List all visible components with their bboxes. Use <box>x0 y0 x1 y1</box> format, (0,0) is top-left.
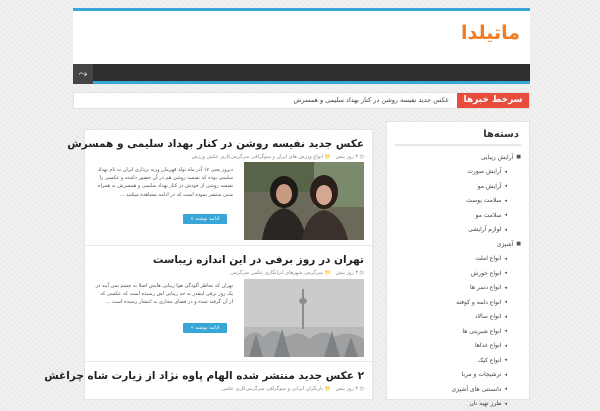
sidebar-category-label: انواع خورش <box>471 270 502 277</box>
sidebar-category-label: سلامت مو <box>476 212 502 219</box>
post-meta: ◷ ۳ روز پیش 📁 بازیگران ایرانی و سوگرافی … <box>222 386 364 392</box>
list-bullet-icon: ◂ <box>504 343 507 349</box>
list-bullet-icon: ◂ <box>504 285 507 291</box>
sidebar-divider <box>395 144 521 146</box>
list-bullet-icon: ◂ <box>504 372 507 378</box>
sidebar-widget: دسته‌ها ■آرایش زیبایی◂آرایش صورت◂آرایش م… <box>386 121 530 400</box>
breaking-news-label: سرخط خبرها <box>457 93 529 108</box>
list-bullet-icon: ◂ <box>504 357 507 363</box>
sidebar-category-label: انواع املت <box>475 255 501 262</box>
sidebar-category-item[interactable]: ◂سلامت پوست <box>397 194 521 209</box>
post-time: ۳ روز پیش <box>336 386 358 392</box>
site-logo[interactable]: ماتیلدا <box>461 22 520 44</box>
clock-icon: ◷ <box>360 270 364 276</box>
sidebar-category-item[interactable]: ◂انواع سالاد <box>397 310 521 325</box>
main-navbar: ⤳ <box>73 64 530 84</box>
post-item: عکس جدید نفیسه روشن در کنار بهداد سلیمی … <box>85 130 372 245</box>
post-thumbnail[interactable] <box>244 279 364 357</box>
list-bullet-icon: ◂ <box>504 227 507 233</box>
list-bullet-icon: ◂ <box>504 299 507 305</box>
read-more-button[interactable]: ادامه نوشته » <box>183 323 227 333</box>
post-list: عکس جدید نفیسه روشن در کنار بهداد سلیمی … <box>84 129 373 400</box>
post-item: ۲ عکس جدید منتشر شده الهام پاوه نژاد از … <box>85 362 372 401</box>
list-bullet-icon: ◂ <box>504 212 507 218</box>
sidebar-category-item[interactable]: ◂انواع شیرینی ها <box>397 324 521 339</box>
sidebar-category-item[interactable]: ◂سلامت مو <box>397 208 521 223</box>
sidebar-category-item[interactable]: ◂ترشیجات و مربا <box>397 368 521 383</box>
post-title[interactable]: ۲ عکس جدید منتشر شده الهام پاوه نژاد از … <box>44 370 364 382</box>
post-item: تهران در روز برفی در این اندازه زیباست ◷… <box>85 246 372 363</box>
category-list: ■آرایش زیبایی◂آرایش صورت◂آرایش مو◂سلامت … <box>397 150 521 411</box>
sidebar-category-label: انواع دسر ها <box>470 284 502 291</box>
list-bullet-icon: ◂ <box>504 386 507 392</box>
post-time: ۳ روز پیش <box>336 154 358 160</box>
folder-icon: 📁 <box>325 386 331 392</box>
sidebar-category-label: لوازم آرایشی <box>468 226 501 233</box>
sidebar-category-label: آرایش مو <box>478 183 502 190</box>
post-categories[interactable]: بازیگران ایرانی و سوگرافی سرگرمی‌کاری عک… <box>222 386 323 392</box>
clock-icon: ◷ <box>360 154 364 160</box>
site-header: ماتیلدا <box>73 8 530 64</box>
sidebar-category-label: انواع سالاد <box>475 313 502 320</box>
sidebar-category-item[interactable]: ◂انواع خورش <box>397 266 521 281</box>
sidebar-category-label: انواع شیرینی ها <box>462 328 501 335</box>
sidebar-category-item[interactable]: ◂لوازم آرایشی <box>397 223 521 238</box>
breaking-news-bar: سرخط خبرها عکس جدید نفیسه روشن در کنار ب… <box>73 92 530 109</box>
sidebar-category-label: آرایش صورت <box>467 168 501 175</box>
sidebar-category-item[interactable]: ◂دانستنی های آشپزی <box>397 382 521 397</box>
sidebar-category-item[interactable]: ◂انواع املت <box>397 252 521 267</box>
sidebar-category-item[interactable]: ◂انواع دلمه و کوفته <box>397 295 521 310</box>
list-bullet-icon: ◂ <box>504 198 507 204</box>
sidebar-category-item[interactable]: ◂انواع کیک <box>397 353 521 368</box>
folder-icon: ■ <box>516 154 521 160</box>
sidebar-category-label: انواع غذاها <box>475 342 502 349</box>
post-excerpt: تهران که بخاطر آلودگی هوا زیبایی هایش اص… <box>95 282 233 307</box>
shuffle-icon[interactable]: ⤳ <box>73 64 93 84</box>
read-more-button[interactable]: ادامه نوشته » <box>183 214 227 224</box>
post-time: ۳ روز پیش <box>336 270 358 276</box>
sidebar-category-item[interactable]: ◂آرایش مو <box>397 179 521 194</box>
list-bullet-icon: ◂ <box>504 256 507 262</box>
sidebar-category-item[interactable]: ◂انواع غذاها <box>397 339 521 354</box>
post-categories[interactable]: انواع ورزش های ایران و سوگرافی سرگرمی‌کا… <box>192 154 323 160</box>
sidebar-category-label: آرایش زیبایی <box>481 154 513 161</box>
post-categories[interactable]: سرگرمی شهرهای ایرانگاری عکس سرگرمی <box>230 270 323 276</box>
sidebar-category-item[interactable]: ■آرایش زیبایی <box>397 150 521 165</box>
post-thumbnail[interactable] <box>244 162 364 240</box>
post-title[interactable]: عکس جدید نفیسه روشن در کنار بهداد سلیمی … <box>67 138 364 150</box>
sidebar-category-label: ترشیجات و مربا <box>462 371 502 378</box>
post-title[interactable]: تهران در روز برفی در این اندازه زیباست <box>153 254 364 266</box>
sidebar-category-item[interactable]: ■آشپزی <box>397 237 521 252</box>
list-bullet-icon: ◂ <box>504 183 507 189</box>
list-bullet-icon: ◂ <box>504 169 507 175</box>
sidebar-category-label: دانستنی های آشپزی <box>451 386 501 393</box>
sidebar-category-label: آشپزی <box>497 241 514 248</box>
list-bullet-icon: ◂ <box>504 314 507 320</box>
sidebar-category-item[interactable]: ◂طرز تهیه نان <box>397 397 521 411</box>
list-bullet-icon: ◂ <box>504 270 507 276</box>
list-bullet-icon: ◂ <box>504 328 507 334</box>
post-meta: ◷ ۳ روز پیش 📁 انواع ورزش های ایران و سوگ… <box>192 154 364 160</box>
post-meta: ◷ ۳ روز پیش 📁 سرگرمی شهرهای ایرانگاری عک… <box>230 270 364 276</box>
sidebar-title: دسته‌ها <box>483 129 519 140</box>
folder-icon: ■ <box>516 241 521 247</box>
sidebar-category-item[interactable]: ◂آرایش صورت <box>397 165 521 180</box>
sidebar-category-label: طرز تهیه نان <box>469 400 501 407</box>
sidebar-category-label: انواع دلمه و کوفته <box>456 299 501 306</box>
folder-icon: 📁 <box>325 270 331 276</box>
sidebar-category-label: سلامت پوست <box>466 197 501 204</box>
sidebar-category-label: انواع کیک <box>478 357 502 364</box>
clock-icon: ◷ <box>360 386 364 392</box>
breaking-news-link[interactable]: عکس جدید نفیسه روشن در کنار بهداد سلیمی … <box>293 93 449 108</box>
sidebar-category-item[interactable]: ◂انواع دسر ها <box>397 281 521 296</box>
list-bullet-icon: ◂ <box>504 401 507 407</box>
post-excerpt: دیروز یعنی ۱۷ آذر ماه تولد قهرمان وزنه ب… <box>95 166 233 199</box>
folder-icon: 📁 <box>325 154 331 160</box>
